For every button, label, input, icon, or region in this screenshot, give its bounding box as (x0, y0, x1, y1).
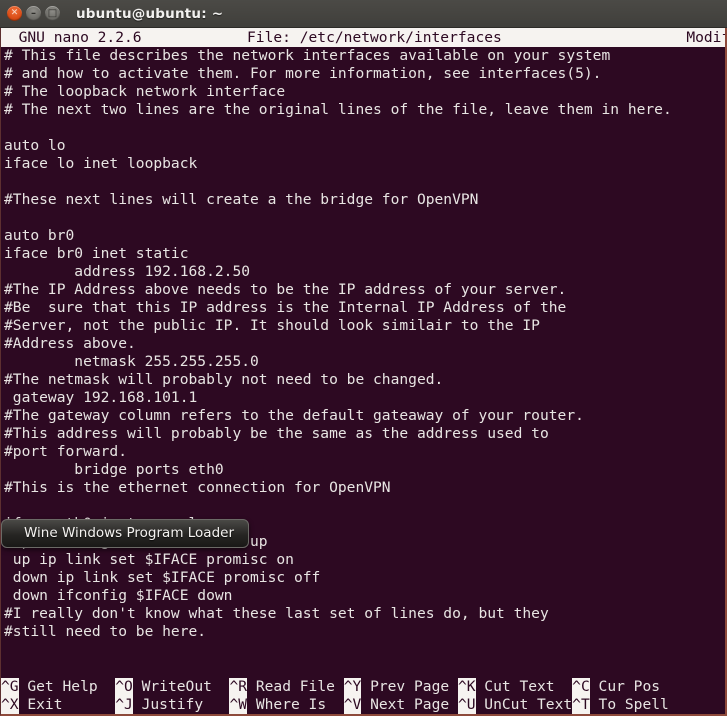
shortcut-item[interactable]: ^K Cut Text (457, 678, 573, 696)
editor-line: # The loopback network interface (4, 83, 286, 100)
shortcut-item[interactable]: ^C Cur Pos (572, 678, 660, 696)
editor-line: address 192.168.2.50 (4, 263, 251, 280)
shortcut-label: Justify (132, 696, 230, 713)
editor-line: #Address above. (4, 335, 136, 352)
close-icon: ✕ (10, 8, 19, 18)
shortcut-label: Prev Page (361, 678, 458, 695)
editor-line: #The netmask will probably not need to b… (4, 371, 444, 388)
editor-line: #I really don't know what these last set… (4, 605, 549, 622)
editor-line: down ip link set $IFACE promisc off (4, 569, 321, 586)
minimize-icon: – (31, 8, 36, 19)
nano-shortcut-bar: ^G Get Help ^O WriteOut ^R Read File ^Y … (1, 678, 725, 714)
editor-line: #These next lines will create a the brid… (4, 191, 479, 208)
editor-line: #This is the ethernet connection for Ope… (4, 479, 391, 496)
shortcut-key: ^C (572, 678, 590, 696)
shortcut-label: WriteOut (132, 678, 230, 695)
shortcut-label: Cur Pos (589, 678, 661, 695)
shortcut-label: Get Help (18, 678, 116, 695)
shortcut-label: Where Is (247, 696, 344, 713)
editor-line: # and how to activate them. For more inf… (4, 65, 602, 82)
shortcut-item[interactable]: ^V Next Page (343, 696, 458, 714)
editor-line: iface br0 inet static (4, 245, 189, 262)
maximize-button[interactable]: □ (45, 6, 60, 21)
shortcut-key: ^U (457, 696, 476, 714)
shortcut-item[interactable]: ^O WriteOut (115, 678, 229, 696)
shortcut-label: Next Page (361, 696, 458, 713)
editor-line: #Be sure that this IP address is the Int… (4, 299, 567, 316)
shortcut-label: Exit (18, 696, 116, 713)
shortcut-key: ^V (343, 696, 362, 714)
shortcut-key: ^K (457, 678, 476, 696)
terminal-window: ✕ – □ ubuntu@ubuntu: ~ GNU nano 2.2.6 Fi… (0, 0, 727, 716)
shortcut-key: ^X (1, 696, 19, 714)
editor-line: # This file describes the network interf… (4, 47, 611, 64)
editor-line: iface lo inet loopback (4, 155, 198, 172)
shortcut-key: ^O (115, 678, 133, 696)
terminal-viewport[interactable]: GNU nano 2.2.6 File: /etc/network/interf… (0, 28, 727, 716)
editor-line: netmask 255.255.255.0 (4, 353, 259, 370)
shortcut-key: ^G (1, 678, 19, 696)
window-titlebar[interactable]: ✕ – □ ubuntu@ubuntu: ~ (0, 0, 727, 28)
shortcut-row-2: ^X Exit ^J Justify ^W Where Is ^V Next P… (1, 696, 725, 714)
shortcut-key: ^W (229, 696, 248, 714)
shortcut-key: ^T (572, 696, 590, 714)
editor-line: #The gateway column refers to the defaul… (4, 407, 584, 424)
shortcut-item[interactable]: ^R Read File (229, 678, 343, 696)
editor-line: down ifconfig $IFACE down (4, 587, 233, 604)
shortcut-item[interactable]: ^G Get Help (1, 678, 115, 696)
shortcut-item[interactable]: ^X Exit (1, 696, 115, 714)
maximize-icon: □ (47, 8, 58, 19)
shortcut-label: Read File (247, 678, 344, 695)
shortcut-item[interactable]: ^Y Prev Page (343, 678, 458, 696)
shortcut-label: Cut Text (475, 678, 573, 695)
shortcut-row-1: ^G Get Help ^O WriteOut ^R Read File ^Y … (1, 678, 725, 696)
editor-line: # The next two lines are the original li… (4, 101, 672, 118)
minimize-button[interactable]: – (26, 6, 41, 21)
wine-loader-tooltip: Wine Windows Program Loader (1, 519, 250, 548)
window-title: ubuntu@ubuntu: ~ (76, 5, 224, 22)
shortcut-label: To Spell (589, 696, 669, 713)
close-button[interactable]: ✕ (7, 6, 22, 21)
shortcut-item[interactable]: ^U UnCut Text (457, 696, 573, 714)
editor-line: auto br0 (4, 227, 75, 244)
editor-line: #The IP Address above needs to be the IP… (4, 281, 567, 298)
editor-line: #port forward. (4, 443, 128, 460)
editor-line: #Server, not the public IP. It should lo… (4, 317, 540, 334)
nano-header-bar: GNU nano 2.2.6 File: /etc/network/interf… (1, 28, 725, 47)
editor-line: bridge ports eth0 (4, 461, 224, 478)
editor-line: up ip link set $IFACE promisc on (4, 551, 294, 568)
editor-line: gateway 192.168.101.1 (4, 389, 198, 406)
shortcut-item[interactable]: ^T To Spell (572, 696, 669, 714)
shortcut-key: ^J (115, 696, 133, 714)
editor-line: #still need to be here. (4, 623, 207, 640)
editor-line: #This address will probably be the same … (4, 425, 549, 442)
shortcut-key: ^Y (343, 678, 362, 696)
shortcut-item[interactable]: ^W Where Is (229, 696, 343, 714)
editor-line: auto lo (4, 137, 66, 154)
shortcut-label: UnCut Text (475, 696, 573, 713)
shortcut-item[interactable]: ^J Justify (115, 696, 229, 714)
editor-content[interactable]: # This file describes the network interf… (1, 47, 725, 678)
shortcut-key: ^R (229, 678, 248, 696)
